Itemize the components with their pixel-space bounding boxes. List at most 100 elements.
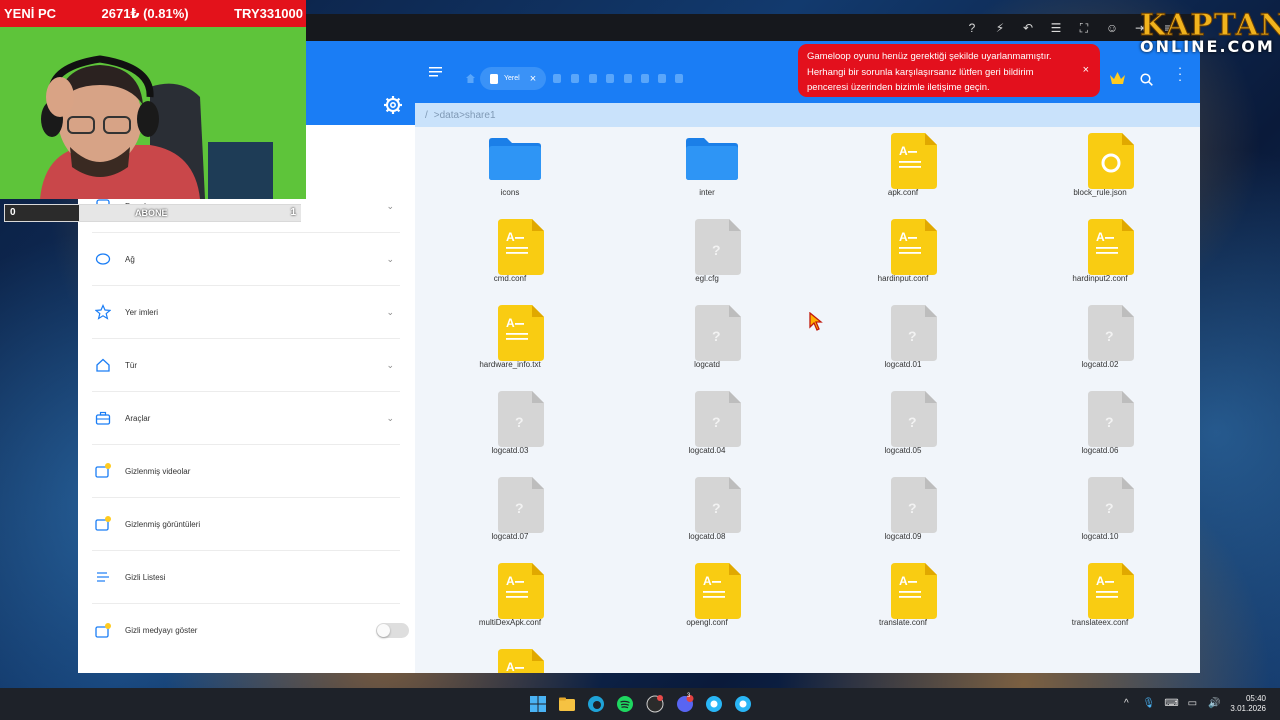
file-name: hardinput2.conf <box>1072 274 1128 283</box>
file-item[interactable]: Ahardinput2.conf <box>1035 219 1165 299</box>
file-item[interactable]: block_rule.json <box>1035 133 1165 213</box>
file-item[interactable]: Ahardinput.conf <box>838 219 968 299</box>
sidebar-item-type[interactable]: Tür ⌄ <box>92 339 400 392</box>
notification-close-button[interactable]: × <box>1083 63 1089 79</box>
svg-text:A: A <box>506 574 515 588</box>
sidebar-item-tools[interactable]: Araçlar ⌄ <box>92 392 400 445</box>
tab-close-icon[interactable]: × <box>530 73 536 85</box>
home-icon <box>96 358 110 372</box>
menu-lines-icon[interactable]: ☰ <box>1048 20 1064 36</box>
file-name: logcatd <box>694 360 720 369</box>
file-name: logcatd.09 <box>884 532 922 541</box>
tab-placeholder[interactable] <box>641 74 649 83</box>
list-icon <box>97 572 109 582</box>
file-item[interactable]: ? logcatd.06 <box>1035 391 1165 471</box>
sidebar-item-bookmarks[interactable]: Yer imleri ⌄ <box>92 286 400 339</box>
file-explorer-icon[interactable] <box>557 694 577 714</box>
hidden-image-icon <box>95 516 111 531</box>
webcam-feed <box>0 27 306 199</box>
folder-item[interactable]: inter <box>642 133 772 213</box>
undo-icon[interactable]: ↶ <box>1020 20 1036 36</box>
show-hidden-media-toggle[interactable] <box>376 623 409 638</box>
file-item[interactable]: Aopengl.conf <box>642 563 772 643</box>
gameloop-icon[interactable] <box>704 694 724 714</box>
tab-placeholder[interactable] <box>589 74 597 83</box>
tab-placeholder[interactable] <box>658 74 666 83</box>
tab-placeholder[interactable] <box>606 74 614 83</box>
sidebar-item-hidden-images[interactable]: Gizlenmiş görüntüleri <box>92 498 400 551</box>
tab-placeholder[interactable] <box>624 74 632 83</box>
tab-local-label: Yerel <box>504 75 520 82</box>
settings-gear-icon[interactable] <box>383 95 403 115</box>
file-item[interactable]: Ahardware_info.txt <box>445 305 575 385</box>
microphone-icon[interactable]: 🎙 <box>1142 698 1155 710</box>
hamburger-menu-icon[interactable] <box>429 66 443 78</box>
file-name: block_rule.json <box>1073 188 1127 197</box>
edge-browser-icon[interactable] <box>586 694 606 714</box>
file-item[interactable]: ? logcatd.04 <box>642 391 772 471</box>
tab-placeholder[interactable] <box>553 74 561 83</box>
file-item[interactable]: Aapk.conf <box>838 133 968 213</box>
svg-text:A: A <box>899 574 908 588</box>
tab-placeholder[interactable] <box>571 74 579 83</box>
file-item[interactable]: ? logcatd.08 <box>642 477 772 557</box>
lightning-icon[interactable]: ⚡ <box>992 20 1008 36</box>
tab-placeholder[interactable] <box>675 74 683 83</box>
file-name: egl.cfg <box>695 274 719 283</box>
breadcrumb-path[interactable]: >data>share1 <box>434 110 496 121</box>
crown-icon[interactable] <box>1110 72 1125 85</box>
svg-text:?: ? <box>712 414 721 430</box>
account-icon[interactable]: ☺ <box>1104 20 1120 36</box>
hidden-video-icon <box>95 463 111 478</box>
file-name: logcatd.06 <box>1081 446 1119 455</box>
emulator-titlebar: ? ⚡ ↶ ☰ ⛶ ☺ ⇥ ≡ <box>306 14 1200 41</box>
file-item[interactable]: Atranslate.conf <box>838 563 968 643</box>
gameloop-app-icon[interactable] <box>733 694 753 714</box>
home-tab-icon[interactable] <box>466 74 475 83</box>
file-item[interactable]: ? logcatd.10 <box>1035 477 1165 557</box>
sidebar-item-show-hidden-media[interactable]: Gizli medyayı göster <box>92 604 400 657</box>
svg-text:?: ? <box>1105 500 1114 516</box>
keyboard-icon[interactable]: ⌨ <box>1164 698 1178 710</box>
file-item[interactable]: ? logcatd.02 <box>1035 305 1165 385</box>
file-item[interactable]: ? logcatd.03 <box>445 391 575 471</box>
chevron-down-icon: ⌄ <box>386 412 394 423</box>
more-vertical-icon[interactable]: · · · <box>1176 61 1184 86</box>
search-icon[interactable] <box>1140 73 1153 86</box>
file-item[interactable]: Atranslateex.conf <box>1035 563 1165 643</box>
file-item[interactable]: A <box>445 649 575 673</box>
help-icon[interactable]: ? <box>964 20 980 36</box>
discord-icon[interactable] <box>675 694 695 714</box>
volume-icon[interactable]: 🔊 <box>1208 698 1220 710</box>
sidebar-item-hidden-videos[interactable]: Gizlenmiş videolar <box>92 445 400 498</box>
webcam-person-image <box>0 27 306 199</box>
file-item[interactable]: ? logcatd <box>642 305 772 385</box>
obs-icon[interactable] <box>645 694 665 714</box>
tab-local[interactable]: Yerel × <box>480 67 546 90</box>
document-icon: A <box>695 563 741 619</box>
file-item[interactable]: ? logcatd.05 <box>838 391 968 471</box>
chevron-up-icon[interactable]: ^ <box>1120 698 1132 710</box>
svg-text:A: A <box>1096 230 1105 244</box>
unknown-file-icon: ? <box>891 391 937 447</box>
file-name: logcatd.05 <box>884 446 922 455</box>
svg-text:A: A <box>506 316 515 330</box>
file-item[interactable]: Acmd.conf <box>445 219 575 299</box>
sidebar-item-network[interactable]: Ağ ⌄ <box>92 233 400 286</box>
file-item[interactable]: ? logcatd.07 <box>445 477 575 557</box>
file-item[interactable]: ? logcatd.01 <box>838 305 968 385</box>
file-item[interactable]: ? logcatd.09 <box>838 477 968 557</box>
system-clock[interactable]: 05:40 3.01.2026 <box>1230 694 1266 714</box>
ticker-total: TRY331000 <box>234 6 303 21</box>
windows-start-icon[interactable] <box>528 694 548 714</box>
document-icon: A <box>891 133 937 189</box>
file-item[interactable]: ? egl.cfg <box>642 219 772 299</box>
folder-item[interactable]: icons <box>445 133 575 213</box>
breadcrumb-root[interactable]: / <box>425 110 428 121</box>
spotify-icon[interactable] <box>615 694 635 714</box>
file-item[interactable]: AmultiDexApk.conf <box>445 563 575 643</box>
sidebar-item-hidden-list[interactable]: Gizli Listesi <box>92 551 400 604</box>
fullscreen-icon[interactable]: ⛶ <box>1076 20 1092 36</box>
file-name: logcatd.04 <box>688 446 726 455</box>
monitor-icon[interactable]: ▭ <box>1186 698 1198 710</box>
